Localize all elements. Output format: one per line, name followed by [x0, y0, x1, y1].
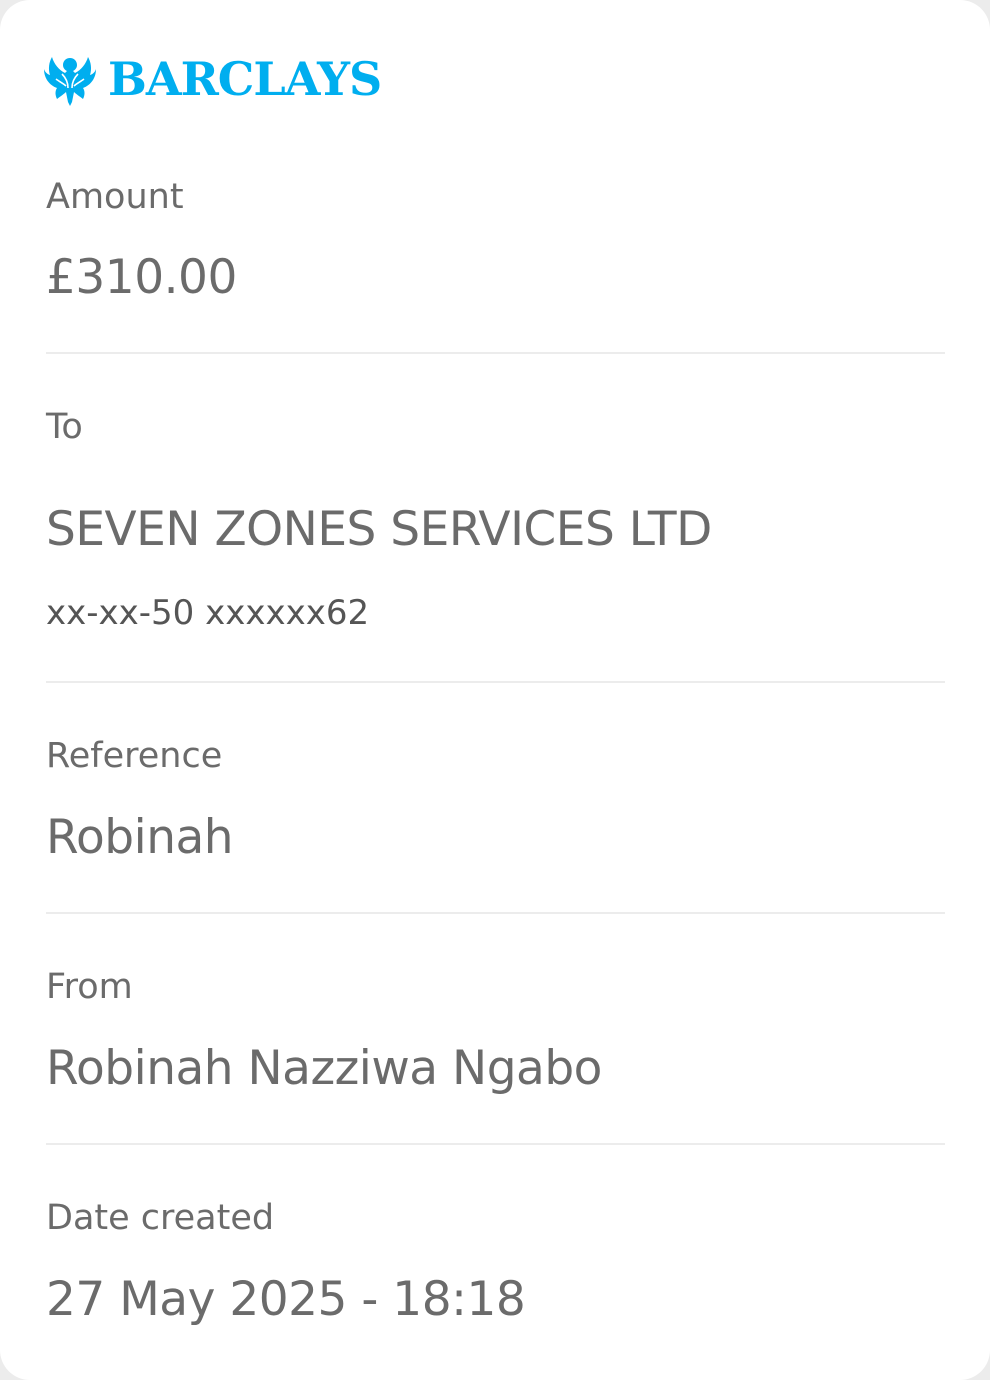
divider — [46, 352, 945, 354]
from-label: From — [46, 967, 133, 1007]
to-label: To — [46, 407, 83, 447]
reference-label: Reference — [46, 736, 223, 776]
amount-label: Amount — [46, 177, 184, 217]
divider — [46, 912, 945, 914]
divider — [46, 681, 945, 683]
payment-details-card: BARCLAYS Amount £310.00 To SEVEN ZONES S… — [0, 0, 990, 1380]
date-created-label: Date created — [46, 1198, 275, 1238]
amount-value: £310.00 — [46, 250, 237, 305]
eagle-icon — [44, 52, 96, 106]
barclays-logo: BARCLAYS — [44, 50, 382, 108]
brand-name: BARCLAYS — [108, 52, 382, 106]
date-created-value: 27 May 2025 - 18:18 — [46, 1272, 526, 1327]
divider — [46, 1143, 945, 1145]
payer-name: Robinah Nazziwa Ngabo — [46, 1041, 602, 1096]
payee-account-details: xx-xx-50 xxxxxx62 — [46, 593, 370, 633]
payee-name: SEVEN ZONES SERVICES LTD — [46, 502, 712, 557]
reference-value: Robinah — [46, 810, 234, 865]
